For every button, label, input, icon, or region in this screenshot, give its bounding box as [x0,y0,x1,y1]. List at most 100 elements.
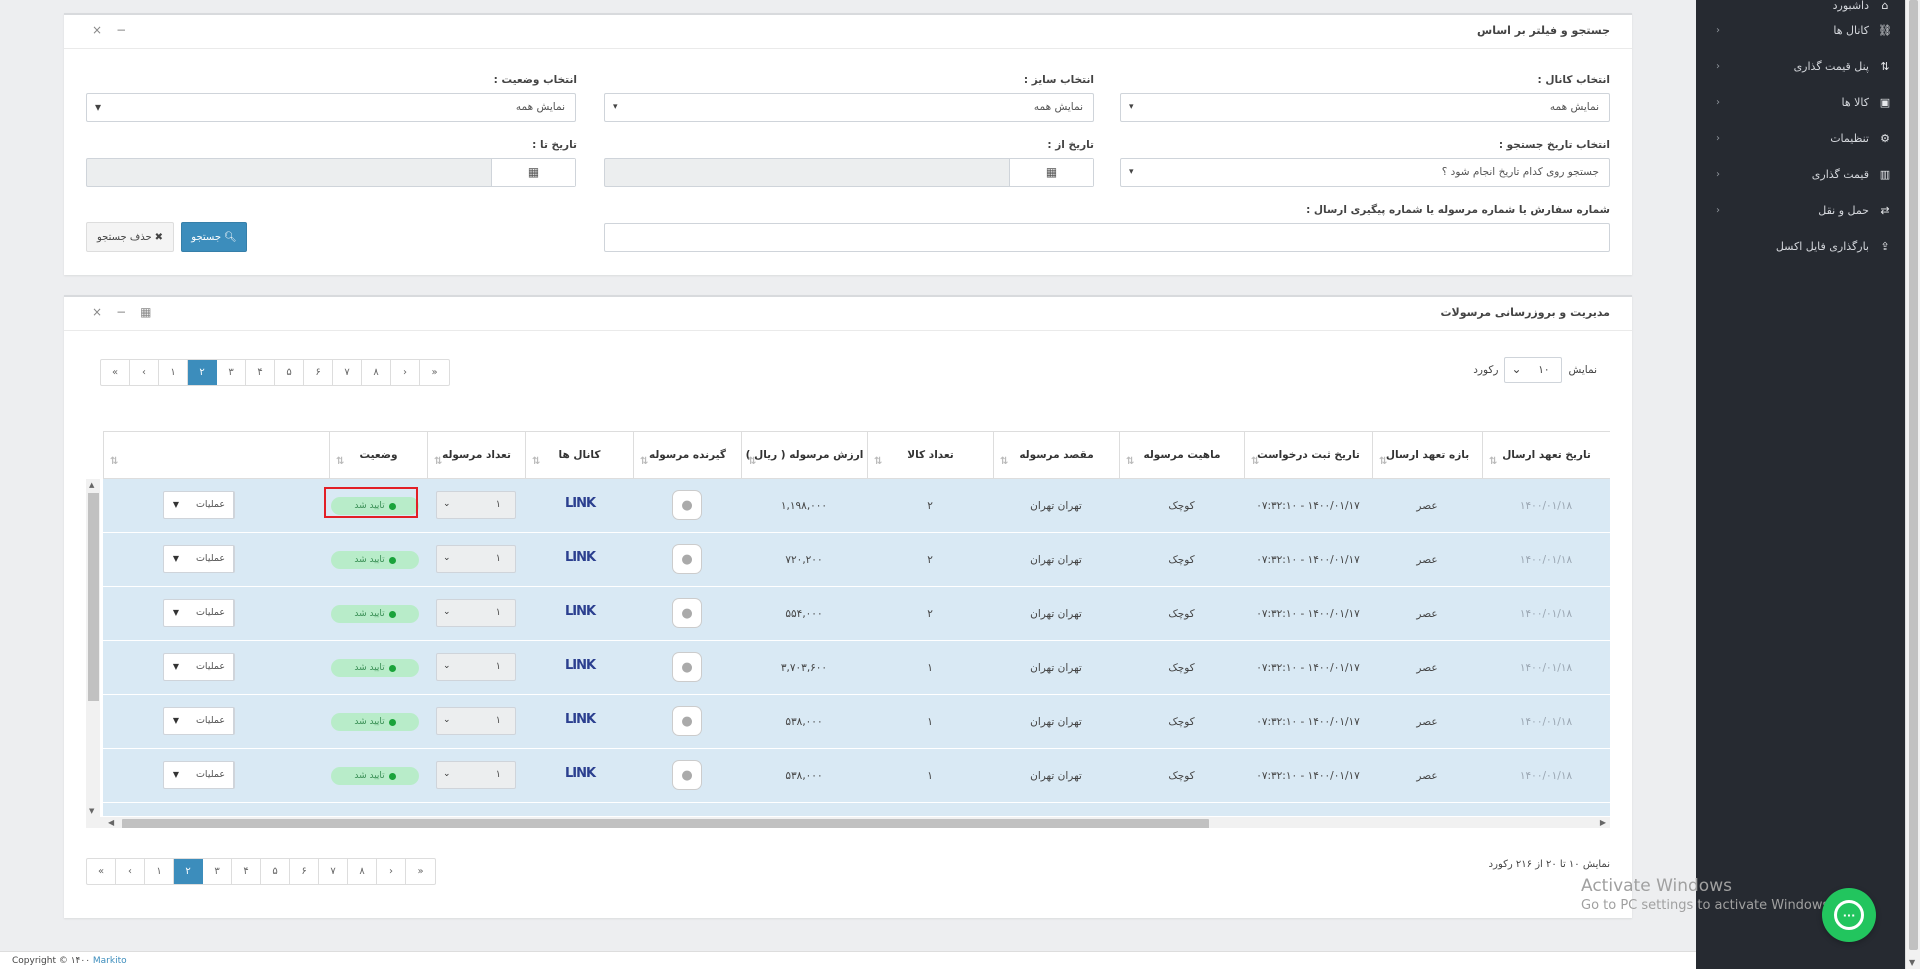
sort-icon[interactable]: ⇅ [640,454,648,469]
operations-dropdown[interactable]: ▼ عملیات [163,491,235,519]
page-link[interactable]: › [377,859,406,884]
quantity-select[interactable]: ۱ ⌄ [436,599,516,627]
page-link[interactable]: ۴ [246,360,275,385]
page-link[interactable]: ۵ [261,859,290,884]
caret-down-icon[interactable]: ▼ [164,654,188,680]
column-header[interactable]: گیرنده مرسوله ⇅ [633,432,741,479]
column-header[interactable]: وضعیت ⇅ [329,432,427,479]
channel-select[interactable]: نمایش همه ▾ [1120,93,1610,122]
page-scrollbar[interactable]: ▼ [1905,0,1920,969]
sort-icon[interactable]: ⇅ [1000,454,1008,469]
sidebar-item-2[interactable]: ⛓ کانال ها ‹ [1696,12,1905,48]
page-link[interactable]: ۴ [232,859,261,884]
sort-icon[interactable]: ⇅ [1251,454,1259,469]
page-link[interactable]: ۱ [159,360,188,385]
clear-search-button[interactable]: ✖ حذف جستجو [86,222,174,252]
column-header[interactable]: ماهیت مرسوله ⇅ [1119,432,1244,479]
date-type-select[interactable]: جستجو روی کدام تاریخ انجام شود ؟ ▾ [1120,158,1610,187]
column-header[interactable]: تاریخ تعهد ارسال ⇅ [1482,432,1610,479]
column-header[interactable]: تعداد کالا ⇅ [867,432,993,479]
page-link[interactable]: « [101,360,130,385]
scroll-down-arrow[interactable]: ▼ [89,807,94,815]
order-search-input[interactable] [604,223,1610,252]
sidebar-item-6[interactable]: ▥ قیمت گذاری ‹ [1696,156,1905,192]
quantity-select[interactable]: ۱ ⌄ [436,707,516,735]
user-icon[interactable]: ● [672,760,702,790]
page-link[interactable]: ۲ [174,859,203,884]
scroll-down-arrow[interactable]: ▼ [1909,958,1915,967]
column-header[interactable]: تعداد مرسوله ⇅ [427,432,525,479]
page-link[interactable]: ‹ [116,859,145,884]
sort-icon[interactable]: ⇅ [336,454,344,469]
user-icon[interactable]: ● [672,544,702,574]
operations-dropdown[interactable]: ▼ عملیات [163,761,235,789]
sidebar-item-3[interactable]: ⇅ پنل قیمت گذاری ‹ [1696,48,1905,84]
page-link[interactable]: ۸ [362,360,391,385]
sidebar-item-1[interactable]: ⌂ داشبورد [1696,0,1905,12]
sort-icon[interactable]: ⇅ [532,454,540,469]
calendar-icon[interactable]: ▦ [491,159,575,186]
column-header[interactable]: ارزش مرسوله ( ریال ) ⇅ [741,432,867,479]
operations-dropdown[interactable]: ▼ عملیات [163,707,235,735]
sidebar-item-5[interactable]: ⚙ تنظیمات ‹ [1696,120,1905,156]
sort-icon[interactable]: ⇅ [1379,454,1387,469]
table-vertical-scrollbar-thumb[interactable] [88,493,99,701]
page-link[interactable]: ۶ [290,859,319,884]
minimize-icon[interactable]: − [116,305,126,319]
page-link[interactable]: « [87,859,116,884]
column-header[interactable]: مقصد مرسوله ⇅ [993,432,1119,479]
table-horizontal-scrollbar-thumb[interactable] [122,819,1209,828]
quantity-select[interactable]: ۱ ⌄ [436,545,516,573]
caret-down-icon[interactable]: ▼ [164,600,188,626]
page-link[interactable]: ۸ [348,859,377,884]
scroll-left-arrow[interactable]: ◀ [108,818,114,827]
scroll-right-arrow[interactable]: ▶ [1600,818,1606,827]
page-link[interactable]: ۳ [217,360,246,385]
page-link[interactable]: » [406,859,435,884]
table-horizontal-scrollbar[interactable]: ◀ ▶ [86,817,1610,828]
table-vertical-scrollbar[interactable]: ▲ ▼ [86,479,100,817]
user-icon[interactable]: ● [672,598,702,628]
page-size-select[interactable]: ۱۰ ⌄ [1504,357,1563,383]
operations-dropdown[interactable]: ▼ عملیات [163,599,235,627]
page-link[interactable]: ‹ [130,360,159,385]
column-header[interactable]: کانال ها ⇅ [525,432,633,479]
date-to-field[interactable]: ▦ [86,158,576,187]
column-header[interactable]: تاریخ ثبت درخواست ⇅ [1244,432,1372,479]
user-icon[interactable]: ● [672,706,702,736]
column-header[interactable]: بازه تعهد ارسال ⇅ [1372,432,1482,479]
column-header[interactable]: ⇅ [103,432,329,479]
operations-dropdown[interactable]: ▼ عملیات [163,545,235,573]
sort-icon[interactable]: ⇅ [1489,454,1497,469]
chat-button[interactable]: ··· [1822,888,1876,942]
page-link[interactable]: ۱ [145,859,174,884]
quantity-select[interactable]: ۱ ⌄ [436,491,516,519]
page-link[interactable]: ۵ [275,360,304,385]
sidebar-item-8[interactable]: ⇪ بارگذاری فایل اکسل [1696,228,1905,264]
caret-down-icon[interactable]: ▼ [164,492,188,518]
quantity-select[interactable]: ۱ ⌄ [436,761,516,789]
search-button[interactable]: 🔍︎ جستجو [181,222,247,252]
page-link[interactable]: ۷ [333,360,362,385]
user-icon[interactable]: ● [672,652,702,682]
page-link[interactable]: ۳ [203,859,232,884]
page-link[interactable]: ۷ [319,859,348,884]
date-from-field[interactable]: ▦ [604,158,1094,187]
page-link[interactable]: ۶ [304,360,333,385]
caret-down-icon[interactable]: ▼ [164,762,188,788]
sort-icon[interactable]: ⇅ [748,454,756,469]
minimize-icon[interactable]: − [116,23,126,37]
sort-icon[interactable]: ⇅ [1126,454,1134,469]
size-select[interactable]: نمایش همه ▾ [604,93,1094,122]
sort-icon[interactable]: ⇅ [434,454,442,469]
user-icon[interactable]: ● [672,490,702,520]
scroll-up-arrow[interactable]: ▲ [89,481,94,489]
page-scrollbar-thumb[interactable] [1909,0,1918,950]
sidebar-item-7[interactable]: ⇄ حمل و نقل ‹ [1696,192,1905,228]
sort-icon[interactable]: ⇅ [874,454,882,469]
quantity-select[interactable]: ۱ ⌄ [436,653,516,681]
sidebar-item-4[interactable]: ▣ کالا ها ‹ [1696,84,1905,120]
page-link[interactable]: ۲ [188,360,217,385]
calendar-icon[interactable]: ▦ [1009,159,1093,186]
caret-down-icon[interactable]: ▼ [164,708,188,734]
